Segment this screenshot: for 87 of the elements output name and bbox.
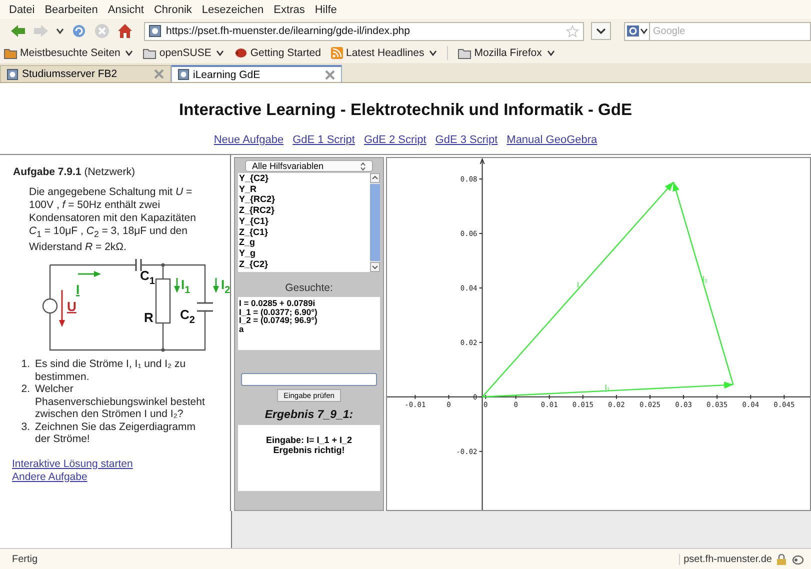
caret-icon[interactable] [56, 28, 64, 34]
dropdown-icon[interactable] [591, 22, 611, 40]
lock-icon [776, 554, 787, 564]
addon-icon[interactable] [791, 554, 805, 564]
task-link[interactable]: Interaktive Lösung starten [12, 458, 230, 471]
bookmark-item[interactable]: Meistbesuchte Seiten [4, 47, 134, 59]
scroll-thumb[interactable] [370, 184, 380, 261]
nav-link[interactable]: GdE 3 Script [435, 134, 498, 146]
variable-item[interactable]: Y_{RC2} [239, 194, 370, 206]
task-heading: Aufgabe 7.9.1 (Netzwerk) [13, 166, 136, 178]
menu-item[interactable]: Extras [268, 4, 310, 16]
reload-icon[interactable] [71, 23, 87, 39]
circuit-label: I [76, 282, 80, 298]
variable-item[interactable]: Z_{C1} [239, 226, 370, 238]
folder-icon [458, 48, 472, 58]
variable-item[interactable]: Y_{C2} [239, 173, 370, 184]
result-line: I = 0.0285 + 0.0789i [239, 299, 316, 308]
nav-link[interactable]: Neue Aufgabe [214, 134, 284, 146]
nav-link[interactable]: Manual GeoGebra [506, 134, 598, 146]
address-field[interactable]: https://pset.fh-muenster.de/ilearning/gde-il/index.php [144, 22, 584, 40]
close-icon[interactable] [154, 69, 164, 79]
circuit-label: I$_{1}$ [181, 277, 190, 296]
circuit-label: U [67, 299, 76, 314]
vector-label: I₁ [604, 382, 610, 392]
back-icon[interactable] [10, 24, 26, 38]
question-text: Welcher Phasenverschiebungswinkel besteht zwischen den Strömen I und I₂? [35, 383, 205, 421]
task-description: Die angegebene Schaltung mit U = 100V , f = 50Hz enthält zwei Kondensatoren mit den Kapazitäten C$_{1}$ = 10μF , C$_{2}$ = 3, 18μF und den Widerstand R = 2kΩ. [29, 186, 197, 254]
question-text: Es sind die Ströme I, I₁ und I₂ zu bestimmen. [35, 358, 187, 384]
site-icon [149, 25, 161, 37]
list-number: 1. [20, 358, 30, 372]
site-host: pset.fh-muenster.de [678, 554, 772, 564]
circuit-label: C$_{1}$ [140, 268, 155, 288]
section-label: Gesuchte: [285, 282, 333, 294]
scrollbar[interactable] [370, 173, 380, 272]
list-number: 2. [20, 383, 30, 398]
browser-tab[interactable]: Studiumsserver FB2 [0, 65, 171, 82]
result-line: I_1 = (0.0377; 6.90°) [239, 308, 318, 316]
menu-item[interactable]: Ansicht [102, 4, 149, 16]
bookmark-item[interactable]: Latest Headlines [330, 47, 438, 59]
bookmark-item[interactable]: Getting Started [234, 47, 321, 59]
bird-icon [234, 47, 248, 59]
circuit-label: C$_{2}$ [180, 307, 195, 326]
nav-link[interactable]: GdE 2 Script [364, 134, 426, 146]
nav-link[interactable]: GdE 1 Script [292, 134, 355, 146]
scroll-up-icon[interactable] [370, 173, 380, 183]
question-text: Zeichnen Sie das Zeigerdiagramm der Ströme! [35, 420, 196, 446]
variable-item[interactable]: Z_g [239, 237, 370, 248]
search-field[interactable]: Google [650, 22, 811, 40]
menu-item[interactable]: Bearbeiten [40, 4, 103, 16]
site-icon [7, 68, 18, 80]
menu-item[interactable]: Lesezeichen [196, 4, 269, 16]
menu-item[interactable]: Chronik [148, 4, 197, 16]
result-line: a [239, 324, 244, 333]
scroll-down-icon[interactable] [370, 262, 380, 272]
variable-item[interactable]: Z_{C2} [239, 258, 370, 270]
result-title: Ergebnis 7_9_1: [264, 409, 354, 421]
variable-item[interactable]: Y_g [239, 248, 370, 259]
menu-item[interactable]: Hilfe [310, 4, 342, 16]
browser-tab[interactable]: iLearning GdE [171, 65, 342, 82]
page-title: Interactive Learning - Elektrotechnik und Informatik - GdE [178, 101, 633, 120]
circuit-label: R [144, 310, 154, 326]
circuit-label: I$_{2}$ [221, 277, 230, 296]
spinner-icon [360, 162, 366, 170]
bookmark-item[interactable]: Mozilla Firefox [458, 47, 555, 59]
vector-label: I₂ [702, 274, 708, 284]
list-number: 3. [20, 420, 30, 435]
folder-icon [143, 48, 156, 58]
menu-item[interactable]: Datei [4, 4, 40, 16]
task-link[interactable]: Andere Aufgabe [12, 470, 230, 484]
folder-icon [4, 48, 17, 58]
feed-icon [330, 47, 343, 59]
result-line: I_2 = (0.0749; 96.9°) [239, 316, 318, 324]
search-engine-icon[interactable] [624, 22, 650, 40]
bookmark-item[interactable]: openSUSE [143, 47, 224, 59]
home-icon[interactable] [117, 23, 133, 39]
variable-item[interactable]: Y_R [239, 184, 370, 194]
variable-select[interactable]: Alle Hilfsvariablen [245, 160, 373, 172]
site-icon [178, 69, 189, 80]
input-field[interactable] [241, 373, 377, 386]
result-message: Ergebnis richtig! [273, 445, 345, 455]
variable-item[interactable]: Z_{RC2} [239, 205, 370, 216]
result-message: Eingabe: I= I_1 + I_2 [266, 435, 352, 445]
status-text: Fertig [12, 554, 38, 564]
vector-label: I [576, 280, 580, 290]
close-icon[interactable] [325, 70, 335, 80]
star-icon[interactable] [566, 24, 579, 38]
variable-item[interactable]: Y_{C1} [239, 216, 370, 227]
